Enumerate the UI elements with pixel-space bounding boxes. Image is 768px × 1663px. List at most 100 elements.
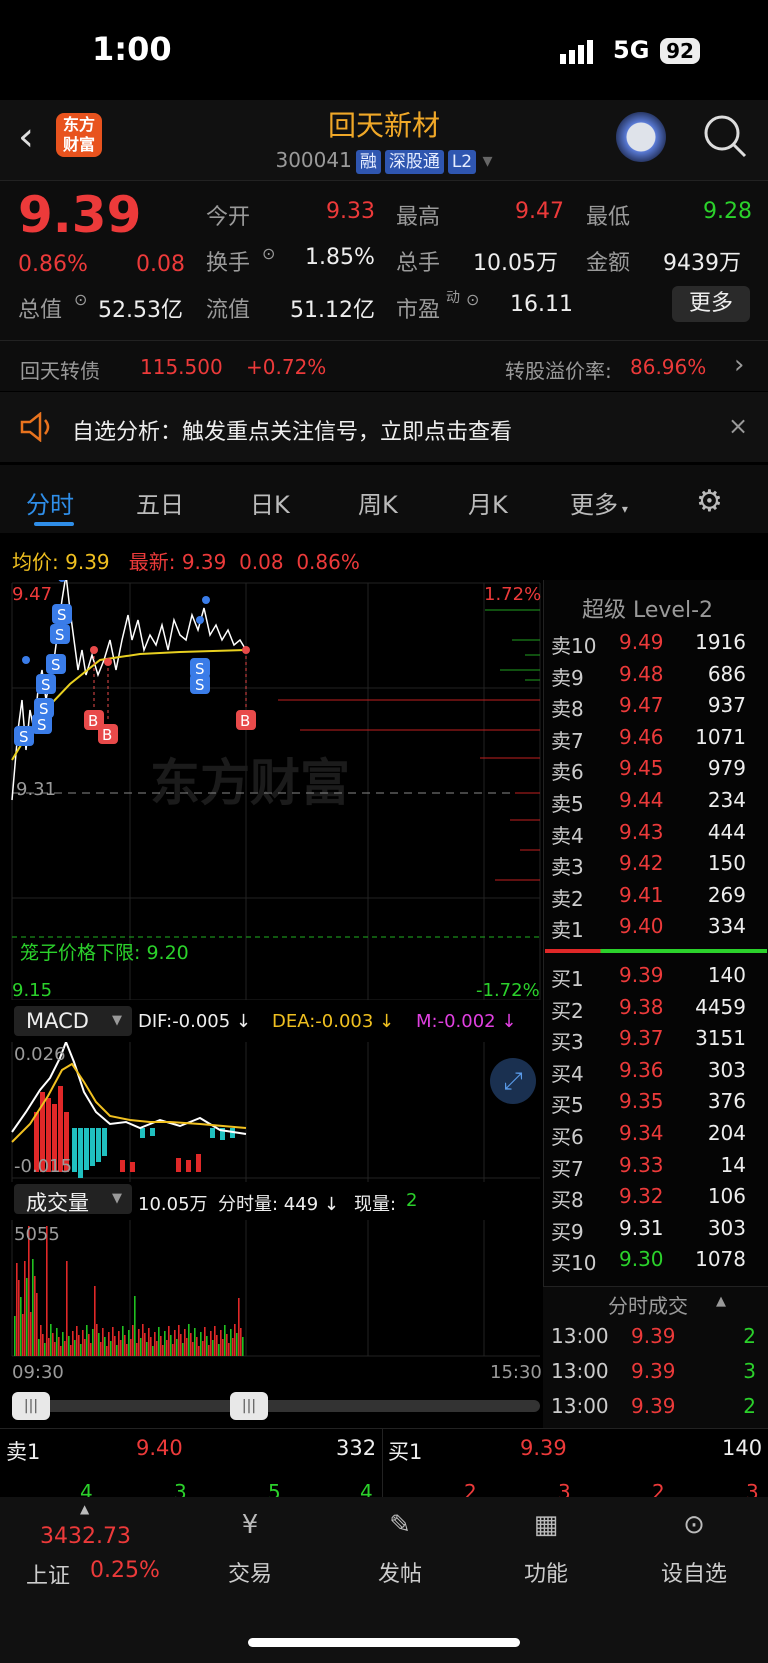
close-icon[interactable]: × (728, 412, 748, 440)
range-slider-track[interactable] (12, 1400, 540, 1412)
ask-row[interactable]: 卖8 9.47 937 (543, 691, 768, 723)
volume-bar (212, 1340, 214, 1356)
ask-row[interactable]: 卖4 9.43 444 (543, 818, 768, 850)
volume-bar (164, 1331, 166, 1356)
ask-row[interactable]: 卖1 9.40 334 (543, 912, 768, 944)
ask-row[interactable]: 卖6 9.45 979 (543, 754, 768, 786)
ask-row[interactable]: 卖3 9.42 150 (543, 849, 768, 881)
volume-bar (132, 1325, 134, 1356)
volume-value: 10.05万 (473, 251, 558, 276)
ask-row[interactable]: 卖9 9.48 686 (543, 660, 768, 692)
index-name[interactable]: 上证 (26, 1558, 70, 1590)
trade-icon[interactable]: ¥ (220, 1510, 280, 1540)
bid-row[interactable]: 买5 9.35 376 (543, 1087, 768, 1119)
volume-bar (134, 1296, 136, 1356)
nav-functions[interactable]: 功能 (506, 1556, 586, 1588)
macd-dea: DEA:-0.003 ↓ (272, 1011, 395, 1032)
bid-price: 9.31 (619, 1215, 664, 1240)
search-icon[interactable] (702, 113, 748, 163)
tab-day-k[interactable]: 日K (250, 485, 290, 520)
info-icon[interactable]: ⊙ (74, 290, 87, 309)
tick-row: 13:00 9.39 2 (551, 1324, 756, 1348)
nav-trade[interactable]: 交易 (210, 1556, 290, 1588)
macd-chart (11, 1042, 540, 1182)
bid-row[interactable]: 买10 9.30 1078 (543, 1245, 768, 1277)
volume-bar (216, 1335, 218, 1356)
open-value: 9.33 (326, 199, 375, 224)
tab-5day[interactable]: 五日 (136, 485, 184, 520)
float-label: 流值 (206, 298, 251, 323)
high-value: 9.47 (515, 199, 564, 224)
gear-icon[interactable]: ⚙ (696, 484, 723, 519)
bid-row[interactable]: 买9 9.31 303 (543, 1214, 768, 1246)
volume-bar (214, 1326, 216, 1356)
more-button[interactable]: 更多 (672, 286, 750, 322)
stock-code: 300041 (275, 148, 352, 172)
more-icon[interactable]: ⊙ (664, 1510, 724, 1540)
volume-bar (18, 1280, 20, 1356)
bid-row[interactable]: 买8 9.32 106 (543, 1182, 768, 1214)
bid-row[interactable]: 买1 9.39 140 (543, 961, 768, 993)
intraday-chart[interactable]: 东方财富 B B B SSSSSSSSS (0, 580, 543, 1000)
ask-row[interactable]: 卖10 9.49 1916 (543, 628, 768, 660)
high-label: 最高 (396, 205, 441, 230)
tab-month-k[interactable]: 月K (468, 485, 508, 520)
change-abs: 0.08 (136, 252, 185, 277)
bid-row[interactable]: 买3 9.37 3151 (543, 1024, 768, 1056)
tab-intraday[interactable]: 分时 (26, 485, 74, 520)
range-slider-left-handle[interactable]: ||| (12, 1392, 50, 1420)
volume-bar (140, 1338, 142, 1356)
nav-add-watchlist[interactable]: 设自选 (644, 1556, 744, 1588)
ask-level: 卖7 (551, 728, 584, 753)
index-value[interactable]: 3432.73 (40, 1524, 131, 1549)
ask-volume: 937 (707, 693, 746, 718)
bid-row[interactable]: 买2 9.38 4459 (543, 993, 768, 1025)
volume-bar (104, 1337, 106, 1356)
volume-bar (118, 1331, 120, 1356)
tab-week-k[interactable]: 周K (358, 485, 398, 520)
avg-line-legend: 均价: 9.39 最新: 9.39 0.08 0.86% (12, 550, 360, 574)
volume-bar (130, 1339, 132, 1356)
index-pct[interactable]: 0.25% (90, 1558, 160, 1583)
edit-icon[interactable]: ✎ (370, 1510, 430, 1540)
bid-level: 买7 (551, 1156, 584, 1181)
tab-more[interactable]: 更多 ▾ (570, 485, 628, 520)
svg-text:S: S (37, 716, 47, 734)
y-min-label: 9.15 (12, 980, 53, 1001)
volume-bar (40, 1325, 42, 1356)
bid-row[interactable]: 买7 9.33 14 (543, 1151, 768, 1183)
range-slider-right-handle[interactable]: ||| (230, 1392, 268, 1420)
turnover-value: 1.85% (305, 245, 375, 270)
expand-icon[interactable]: ⤢ (490, 1058, 536, 1104)
nav-post[interactable]: 发帖 (360, 1556, 440, 1588)
robot-assistant-icon[interactable] (616, 112, 666, 162)
ask-price: 9.44 (619, 788, 664, 812)
bid-price: 9.34 (619, 1121, 664, 1145)
macd-label: MACD (26, 1009, 89, 1033)
signal-icon (560, 40, 604, 68)
bq-sell1-label: 卖1 (6, 1440, 41, 1464)
ask-level: 卖3 (551, 855, 584, 880)
ask-row[interactable]: 卖5 9.44 234 (543, 786, 768, 818)
ask-volume: 234 (707, 788, 746, 812)
status-time: 1:00 (92, 30, 172, 68)
info-icon[interactable]: ⊙ (262, 244, 275, 263)
bid-row[interactable]: 买4 9.36 303 (543, 1056, 768, 1088)
bid-row[interactable]: 买6 9.34 204 (543, 1119, 768, 1151)
tick-row: 13:00 9.39 2 (551, 1394, 756, 1418)
open-label: 今开 (206, 205, 251, 230)
volume-bar (26, 1278, 28, 1356)
tag-l2: L2 (447, 150, 477, 174)
volume-bar (154, 1332, 156, 1356)
volume-bar (52, 1333, 54, 1356)
volume-bar (170, 1335, 172, 1356)
svg-text:S: S (57, 606, 67, 624)
grid-icon[interactable]: ▦ (516, 1510, 576, 1540)
info-icon[interactable]: ⊙ (466, 290, 479, 309)
bid-level: 买4 (551, 1061, 584, 1086)
ask-row[interactable]: 卖7 9.46 1071 (543, 723, 768, 755)
level2-title[interactable]: 超级 Level-2 (582, 592, 713, 624)
volume-bar (150, 1337, 152, 1356)
ask-row[interactable]: 卖2 9.41 269 (543, 881, 768, 913)
volume-now: 2 (406, 1190, 418, 1211)
